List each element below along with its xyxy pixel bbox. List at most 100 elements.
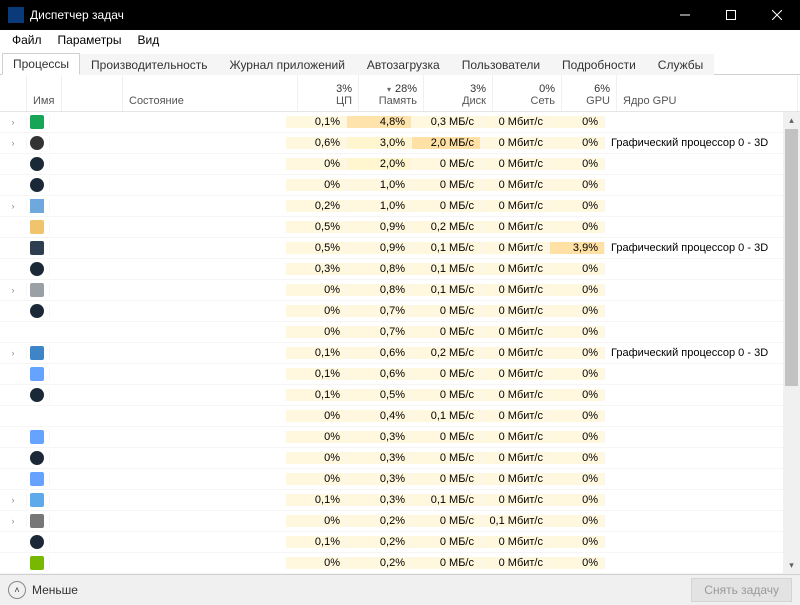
scroll-down-icon[interactable]: ▾ xyxy=(783,557,800,574)
tab-processes[interactable]: Процессы xyxy=(2,53,80,75)
table-row[interactable]: 0,5%0,9%0,2 МБ/с0 Мбит/с0%Очень низкое xyxy=(0,217,783,238)
col-expand[interactable] xyxy=(0,75,27,111)
tab-startup[interactable]: Автозагрузка xyxy=(356,54,451,75)
menu-file[interactable]: Файл xyxy=(4,31,50,49)
table-row[interactable]: ›0,1%0,3%0,1 МБ/с0 Мбит/с0%Очень низкое xyxy=(0,490,783,511)
process-icon xyxy=(27,451,47,465)
close-button[interactable] xyxy=(754,0,800,30)
col-cpu[interactable]: 3% ЦП xyxy=(298,75,359,111)
process-icon-cell xyxy=(27,388,50,402)
table-row[interactable]: 0%0,4%0,1 МБ/с0 Мбит/с0%Очень низкое xyxy=(0,406,783,427)
process-icon-cell xyxy=(27,556,50,570)
end-task-button[interactable]: Снять задачу xyxy=(691,578,792,602)
expand-toggle[interactable]: › xyxy=(0,137,27,149)
tab-app-history[interactable]: Журнал приложений xyxy=(219,54,356,75)
expand-toggle[interactable]: › xyxy=(0,284,27,296)
process-icon-cell xyxy=(27,199,50,213)
menu-options[interactable]: Параметры xyxy=(50,31,130,49)
col-name-pad[interactable] xyxy=(62,75,123,111)
titlebar[interactable]: Диспетчер задач xyxy=(0,0,800,30)
gpu-value: 0% xyxy=(550,431,605,443)
col-icon[interactable]: Имя xyxy=(27,75,62,111)
table-row[interactable]: 0,1%0,5%0 МБ/с0 Мбит/с0%Очень низкое xyxy=(0,385,783,406)
col-gpu-engine[interactable]: Ядро GPU xyxy=(617,75,798,111)
table-row[interactable]: 0%0,7%0 МБ/с0 Мбит/с0%Очень низкое xyxy=(0,301,783,322)
chevron-right-icon: › xyxy=(9,117,17,127)
net-label: Сеть xyxy=(499,95,555,107)
gpucore-label: Ядро GPU xyxy=(623,95,791,107)
disk-value: 0 МБ/с xyxy=(412,305,481,317)
tab-performance[interactable]: Производительность xyxy=(80,54,218,75)
table-body: ›0,1%4,8%0,3 МБ/с0 Мбит/с0%Очень низкое›… xyxy=(0,112,783,574)
table-row[interactable]: ›0%0,2%0 МБ/с0,1 Мбит/с0%Очень низкое xyxy=(0,511,783,532)
cpu-value: 0% xyxy=(286,515,347,527)
scroll-thumb[interactable] xyxy=(785,129,798,386)
table-row[interactable]: 0,1%0,2%0 МБ/с0 Мбит/с0%Очень низкое xyxy=(0,532,783,553)
process-icon xyxy=(27,241,47,255)
memory-value: 0,2% xyxy=(347,557,412,569)
network-value: 0 Мбит/с xyxy=(481,158,550,170)
table-row[interactable]: 0,1%0,6%0 МБ/с0 Мбит/с0%Очень низкое xyxy=(0,364,783,385)
table-row[interactable]: 0%0,3%0 МБ/с0 Мбит/с0%Очень низкое xyxy=(0,427,783,448)
tab-services[interactable]: Службы xyxy=(647,54,714,75)
memory-value: 4,8% xyxy=(347,116,412,128)
table-row[interactable]: 0%1,0%0 МБ/с0 Мбит/с0%Очень низкое xyxy=(0,175,783,196)
maximize-button[interactable] xyxy=(708,0,754,30)
gpu-value: 0% xyxy=(550,137,605,149)
tab-users[interactable]: Пользователи xyxy=(451,54,551,75)
fewer-details-button[interactable]: ˄ Меньше xyxy=(8,581,78,599)
memory-value: 0,3% xyxy=(347,473,412,485)
menu-view[interactable]: Вид xyxy=(129,31,167,49)
minimize-icon xyxy=(680,10,690,20)
col-disk[interactable]: 3% Диск xyxy=(424,75,493,111)
table-row[interactable]: ›0,2%1,0%0 МБ/с0 Мбит/с0%Очень низкое xyxy=(0,196,783,217)
memory-value: 0,7% xyxy=(347,305,412,317)
table-row[interactable]: 0%0,3%0 МБ/с0 Мбит/с0%Очень низкое xyxy=(0,448,783,469)
gpu-value: 0% xyxy=(550,263,605,275)
memory-value: 1,0% xyxy=(347,200,412,212)
table-row[interactable]: 0%0,2%0 МБ/с0 Мбит/с0%Очень низкое xyxy=(0,553,783,574)
minimize-button[interactable] xyxy=(662,0,708,30)
process-icon-cell xyxy=(27,220,50,234)
expand-toggle[interactable]: › xyxy=(0,200,27,212)
gpu-value: 0% xyxy=(550,368,605,380)
memory-value: 0,7% xyxy=(347,326,412,338)
mem-label: Память xyxy=(365,95,417,107)
expand-toggle[interactable]: › xyxy=(0,515,27,527)
col-network[interactable]: 0% Сеть xyxy=(493,75,562,111)
col-memory[interactable]: ▾ 28% Память xyxy=(359,75,424,111)
disk-total: 3% xyxy=(430,83,486,95)
cpu-value: 0,6% xyxy=(286,137,347,149)
expand-toggle[interactable]: › xyxy=(0,347,27,359)
table-row[interactable]: ›0%0,8%0,1 МБ/с0 Мбит/с0%Очень низкое xyxy=(0,280,783,301)
scroll-track[interactable] xyxy=(783,129,800,557)
cpu-value: 0% xyxy=(286,557,347,569)
table-row[interactable]: ›0,1%0,6%0,2 МБ/с0 Мбит/с0%Графический п… xyxy=(0,343,783,364)
tab-details[interactable]: Подробности xyxy=(551,54,647,75)
expand-toggle[interactable]: › xyxy=(0,116,27,128)
vertical-scrollbar[interactable]: ▴ ▾ xyxy=(783,112,800,574)
process-icon xyxy=(27,472,47,486)
table-row[interactable]: 0,3%0,8%0,1 МБ/с0 Мбит/с0%Очень низкое xyxy=(0,259,783,280)
scroll-up-icon[interactable]: ▴ xyxy=(783,112,800,129)
col-state[interactable]: Состояние xyxy=(123,75,298,111)
table-row[interactable]: ›0,1%4,8%0,3 МБ/с0 Мбит/с0%Очень низкое xyxy=(0,112,783,133)
cpu-value: 0,3% xyxy=(286,263,347,275)
cpu-value: 0,5% xyxy=(286,242,347,254)
col-gpu[interactable]: 6% GPU xyxy=(562,75,617,111)
table-row[interactable]: 0%0,3%0 МБ/с0 Мбит/с0%Очень низкое xyxy=(0,469,783,490)
expand-toggle[interactable]: › xyxy=(0,494,27,506)
gpu-value: 0% xyxy=(550,389,605,401)
network-value: 0 Мбит/с xyxy=(481,242,550,254)
table-row[interactable]: 0,5%0,9%0,1 МБ/с0 Мбит/с3,9%Графический … xyxy=(0,238,783,259)
table-row[interactable]: ›0,6%3,0%2,0 МБ/с0 Мбит/с0%Графический п… xyxy=(0,133,783,154)
gpu-value: 0% xyxy=(550,200,605,212)
table-row[interactable]: 0%2,0%0 МБ/с0 Мбит/с0%Очень низкое xyxy=(0,154,783,175)
cpu-label: ЦП xyxy=(304,95,352,107)
table-row[interactable]: 0%0,7%0 МБ/с0 Мбит/с0%Очень низкое xyxy=(0,322,783,343)
memory-value: 0,9% xyxy=(347,242,412,254)
memory-value: 1,0% xyxy=(347,179,412,191)
cpu-value: 0,5% xyxy=(286,221,347,233)
gpu-value: 0% xyxy=(550,515,605,527)
chevron-right-icon: › xyxy=(9,516,17,526)
